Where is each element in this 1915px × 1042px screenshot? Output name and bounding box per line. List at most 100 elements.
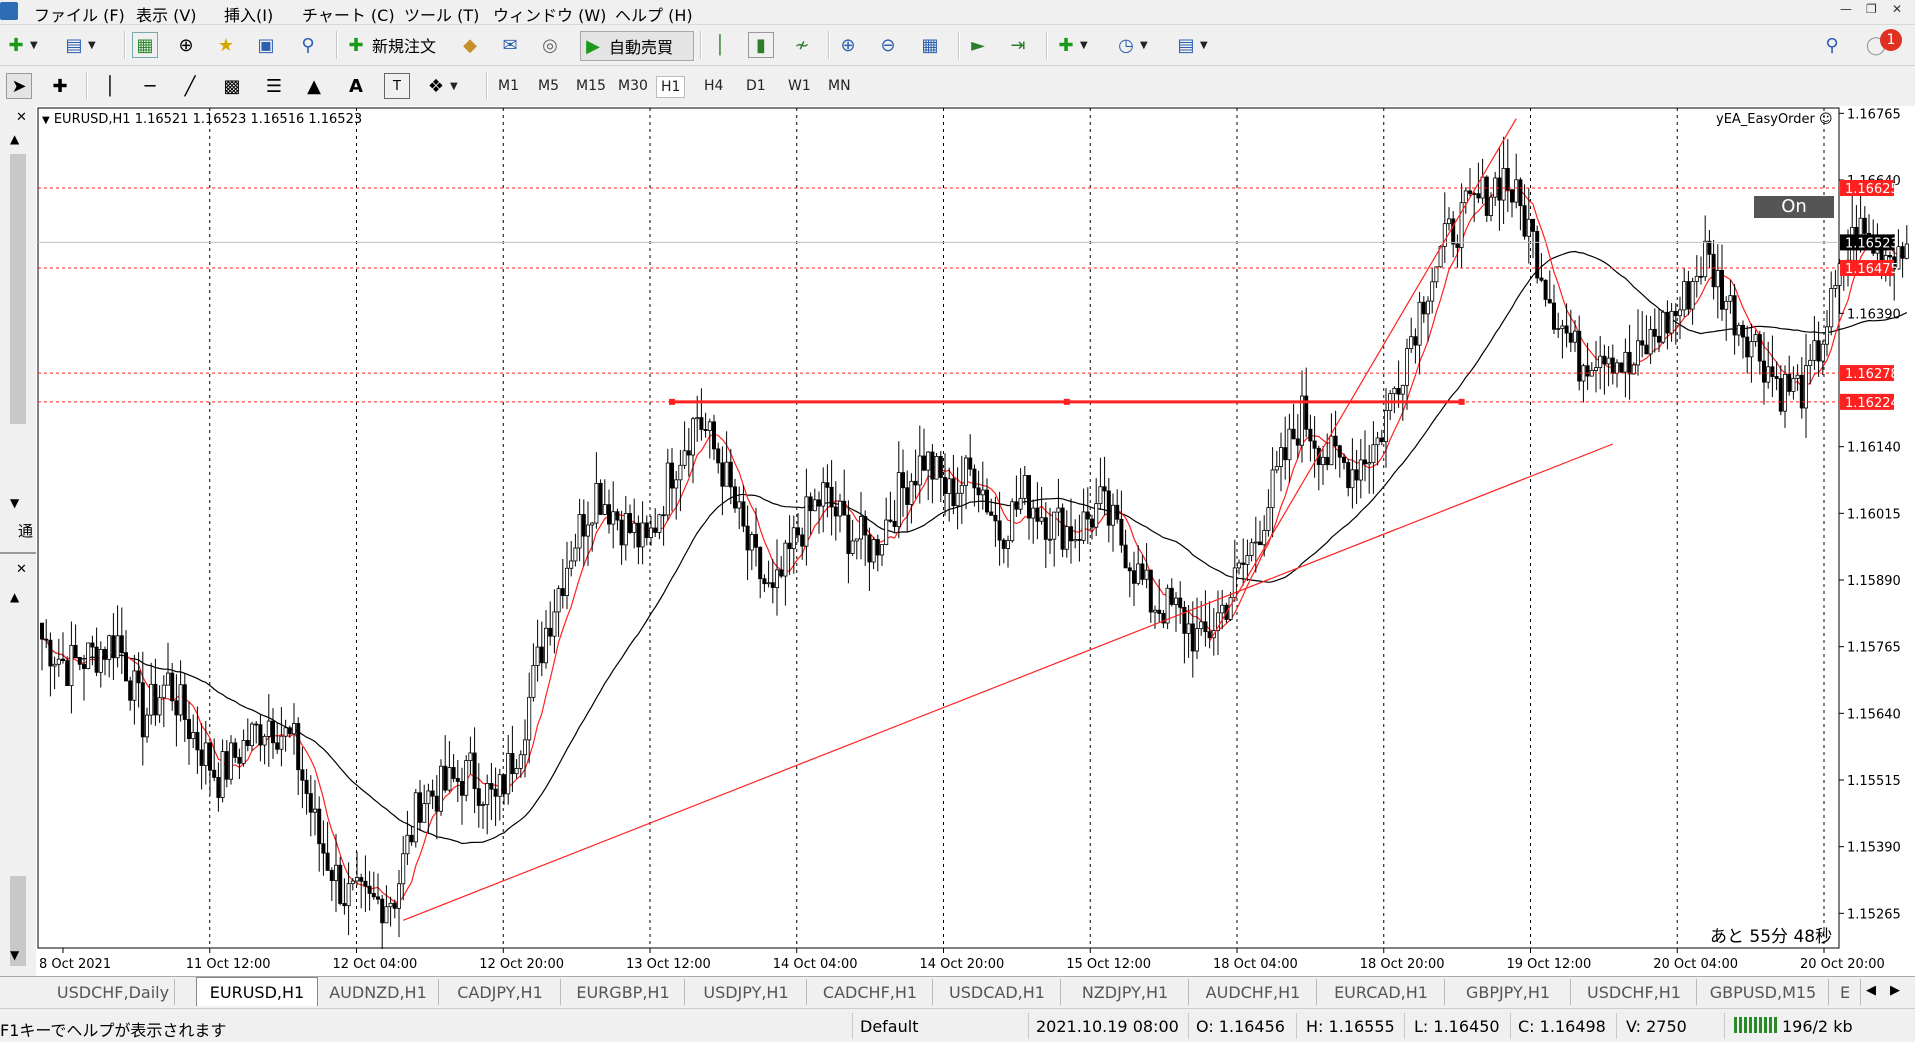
timeframe-m15[interactable]: M15 (572, 76, 610, 96)
arrows-button[interactable]: ❖ ▼ (424, 72, 458, 100)
menu-file[interactable]: ファイル (F) (34, 2, 125, 26)
vertical-line-button[interactable]: │ (98, 72, 122, 100)
signals-button[interactable]: ◎ (538, 31, 562, 59)
zoom-in-button[interactable]: ⊕ (836, 31, 860, 59)
menu-window[interactable]: ウィンドウ (W) (493, 2, 606, 26)
tab-cadjpy-h1[interactable]: CADJPY,H1 (440, 979, 561, 1005)
candle-body (493, 788, 498, 797)
tab-more[interactable]: E (1830, 979, 1861, 1005)
panel-scrollbar-thumb[interactable] (10, 154, 26, 424)
auto-trading-button[interactable]: ▶ 自動売買 (580, 31, 694, 61)
bar-chart-button[interactable]: │ (708, 31, 732, 59)
menu-tools[interactable]: ツール (T) (404, 2, 479, 26)
templates-button[interactable]: ▤ ▼ (1174, 31, 1207, 59)
candlestick-button[interactable]: ▮ (748, 31, 774, 59)
app-icon[interactable] (0, 2, 18, 20)
indicators-button[interactable]: ✚ ▼ (1054, 31, 1087, 59)
tab-audchf-h1[interactable]: AUDCHF,H1 (1190, 979, 1317, 1005)
timeframe-m5[interactable]: M5 (534, 76, 563, 96)
scroll-up-icon[interactable]: ▲ (10, 132, 19, 146)
timeframe-m30[interactable]: M30 (614, 76, 652, 96)
candle-body (989, 511, 994, 516)
auto-scroll-button[interactable]: ► (966, 31, 990, 59)
price-label: 1.16765 (1847, 107, 1901, 122)
candle-body (1291, 428, 1296, 440)
search-button[interactable]: ⚲ (1820, 31, 1844, 59)
zoom-out-button[interactable]: ⊖ (876, 31, 900, 59)
price-chart[interactable]: 1.167651.166401.163901.161401.160151.158… (36, 106, 1915, 976)
tab-usdchf-h1[interactable]: USDCHF,H1 (1572, 979, 1697, 1005)
navigator-button[interactable]: ★ (214, 31, 238, 59)
tab-usdcad-h1[interactable]: USDCAD,H1 (934, 979, 1061, 1005)
metaeditor-button[interactable]: ◆ (458, 31, 482, 59)
new-chart-button[interactable]: ✚ ▼ (4, 31, 37, 59)
tab-scroll-left-icon[interactable]: ◀ (1866, 983, 1876, 998)
tab-usdjpy-h1[interactable]: USDJPY,H1 (686, 979, 807, 1005)
candle-body (1682, 281, 1687, 311)
mql5-market-button[interactable]: ✉ (498, 31, 522, 59)
line-chart-button[interactable]: ≁ (790, 31, 814, 59)
terminal-button[interactable]: ▣ (254, 31, 278, 59)
menu-view[interactable]: 表示 (V) (136, 2, 197, 26)
horizontal-line-button[interactable]: ─ (138, 72, 162, 100)
menu-chart[interactable]: チャート (C) (302, 2, 395, 26)
candle-body (409, 834, 414, 843)
text-button[interactable]: A (344, 72, 368, 100)
menu-insert[interactable]: 挿入(I) (224, 2, 273, 26)
tab-eurcad-h1[interactable]: EURCAD,H1 (1318, 979, 1445, 1005)
tab-cadchf-h1[interactable]: CADCHF,H1 (808, 979, 933, 1005)
strategy-tester-button[interactable]: ⚲ (296, 31, 320, 59)
timeframe-m1[interactable]: M1 (494, 76, 523, 96)
notifications-button[interactable]: ◯ 1 (1864, 29, 1902, 59)
menu-help[interactable]: ヘルプ (H) (615, 2, 693, 26)
crosshair-button[interactable]: ✚ (48, 72, 72, 100)
candle-body (1543, 279, 1548, 300)
tab-eurgbp-h1[interactable]: EURGBP,H1 (562, 979, 685, 1005)
timeframe-mn[interactable]: MN (824, 76, 855, 96)
candle-body (762, 578, 767, 585)
market-watch-button[interactable]: ▦ (132, 31, 158, 59)
panel-tab-label[interactable]: 通 (18, 520, 33, 541)
restore-icon[interactable]: ❐ (1866, 2, 1877, 16)
minimize-icon[interactable]: — (1840, 2, 1852, 16)
fibonacci-retracement-button[interactable]: ☰ (262, 72, 286, 100)
panel2-close-icon[interactable]: ✕ (16, 562, 27, 577)
chart-shift-button[interactable]: ⇥ (1006, 31, 1030, 59)
tab-eurusd-h1[interactable]: EURUSD,H1 (196, 977, 318, 1006)
panel-close-icon[interactable]: ✕ (16, 110, 27, 125)
timeframe-h4[interactable]: H4 (700, 76, 727, 96)
scroll-down-icon[interactable]: ▼ (10, 496, 19, 510)
text-label-button[interactable]: T (384, 72, 410, 100)
candle-body (1186, 623, 1191, 634)
tab-audnzd-h1[interactable]: AUDNZD,H1 (318, 979, 439, 1005)
trendline-button[interactable]: ╱ (178, 72, 202, 100)
data-window-button[interactable]: ⊕ (174, 31, 198, 59)
timeframe-w1[interactable]: W1 (784, 76, 815, 96)
tab-gbpusd-m15[interactable]: GBPUSD,M15 (1698, 979, 1829, 1005)
candle-body (619, 519, 624, 546)
candle-body (1531, 218, 1536, 232)
close-icon[interactable]: ✕ (1892, 2, 1902, 16)
candle-body (943, 477, 948, 494)
ea-on-button[interactable]: On (1754, 196, 1834, 218)
tab-gbpjpy-h1[interactable]: GBPJPY,H1 (1446, 979, 1571, 1005)
fibonacci-fan-button[interactable]: ▲ (302, 72, 326, 100)
tile-windows-button[interactable]: ▦ (918, 31, 942, 59)
new-order-button[interactable]: ✚ 新規注文 (344, 31, 452, 59)
tab-scroll-right-icon[interactable]: ▶ (1890, 983, 1900, 998)
cursor-button[interactable]: ➤ (6, 72, 32, 100)
scroll-down-icon-2[interactable]: ▼ (10, 948, 19, 962)
tab-usdchf-daily[interactable]: USDCHF,Daily (52, 979, 175, 1005)
tab-nzdjpy-h1[interactable]: NZDJPY,H1 (1062, 979, 1189, 1005)
equidistant-channel-button[interactable]: ▩ (220, 72, 244, 100)
timeframe-h1[interactable]: H1 (656, 76, 686, 98)
scroll-up-icon-2[interactable]: ▲ (10, 590, 19, 604)
timeframe-d1[interactable]: D1 (742, 76, 770, 96)
profiles-button[interactable]: ▤ ▼ (62, 31, 95, 59)
periods-button[interactable]: ◷ ▼ (1114, 31, 1148, 59)
candle-body (581, 514, 586, 537)
candle-body (959, 484, 964, 494)
chart-window[interactable]: 1.167651.166401.163901.161401.160151.158… (36, 106, 1915, 976)
candle-body (636, 522, 641, 548)
candle-body (1127, 567, 1132, 572)
